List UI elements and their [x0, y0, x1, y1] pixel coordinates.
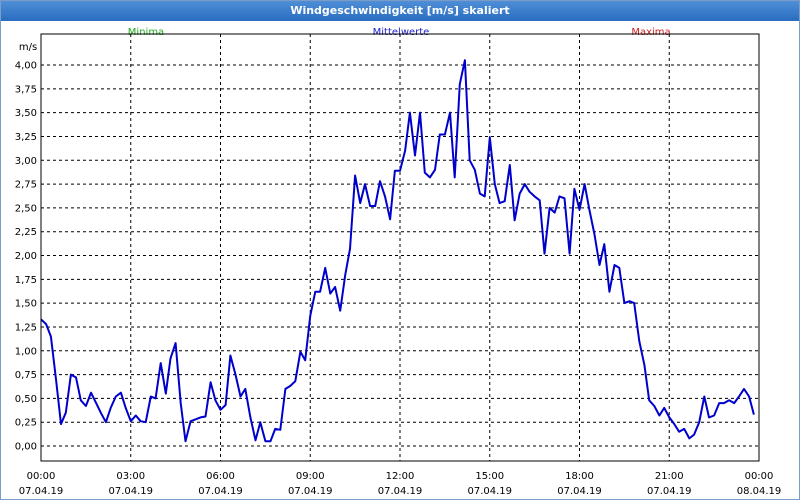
y-tick-label: 1,50	[15, 299, 37, 310]
x-tick-date: 07.04.19	[19, 486, 64, 497]
y-tick-label: 3,75	[15, 84, 37, 95]
x-tick-date: 08.04.19	[737, 486, 782, 497]
legend-item: Maxima	[631, 27, 670, 38]
y-tick-label: 3,25	[15, 132, 37, 143]
y-tick-label: 2,00	[15, 251, 37, 262]
legend: Minima Mittelwerte Maxima	[128, 27, 671, 38]
x-tick-date: 07.04.19	[108, 486, 153, 497]
x-tick-date: 07.04.19	[378, 486, 423, 497]
y-tick-label: 1,75	[15, 275, 37, 286]
x-tick-time: 06:00	[206, 471, 235, 482]
x-tick-time: 12:00	[386, 471, 415, 482]
x-tick-time: 00:00	[27, 471, 56, 482]
y-tick-label: 2,75	[15, 180, 37, 191]
legend-item: Mittelwerte	[373, 27, 430, 38]
x-tick-time: 00:00	[745, 471, 774, 482]
x-axis-ticks: 00:00 07.04.19 03:00 07.04.19 06:00 07.04.19 0…	[19, 471, 782, 497]
legend-item: Minima	[128, 27, 164, 38]
y-tick-label: 0,50	[15, 394, 37, 405]
series-line	[40, 59, 755, 443]
y-tick-label: 4,00	[15, 61, 37, 72]
y-tick-label: 0,25	[15, 418, 37, 429]
grid	[41, 34, 759, 461]
chart-canvas: m/s Minima Mittelwerte Maxima 0,00 0,25 0,50…	[15, 27, 782, 497]
y-axis-label: m/s	[19, 42, 37, 53]
x-tick-time: 15:00	[475, 471, 504, 482]
x-tick-date: 07.04.19	[647, 486, 692, 497]
y-axis-ticks: 0,00 0,25 0,50 0,75 1,00 1,25 1,50 1,75 2,00 2,25…	[15, 61, 37, 453]
y-tick-label: 1,00	[15, 346, 37, 357]
x-tick-date: 07.04.19	[198, 486, 243, 497]
y-tick-label: 2,25	[15, 227, 37, 238]
x-tick-time: 21:00	[655, 471, 684, 482]
y-tick-label: 3,50	[15, 108, 37, 119]
x-tick-time: 03:00	[116, 471, 145, 482]
x-tick-date: 07.04.19	[288, 486, 333, 497]
y-tick-label: 3,00	[15, 156, 37, 167]
series-group	[40, 59, 755, 443]
x-tick-date: 07.04.19	[467, 486, 512, 497]
x-tick-date: 07.04.19	[557, 486, 602, 497]
x-tick-time: 09:00	[296, 471, 325, 482]
y-tick-label: 1,25	[15, 322, 37, 333]
x-tick-time: 18:00	[565, 471, 594, 482]
y-tick-label: 0,00	[15, 442, 37, 453]
y-tick-label: 2,50	[15, 203, 37, 214]
y-tick-label: 0,75	[15, 370, 37, 381]
